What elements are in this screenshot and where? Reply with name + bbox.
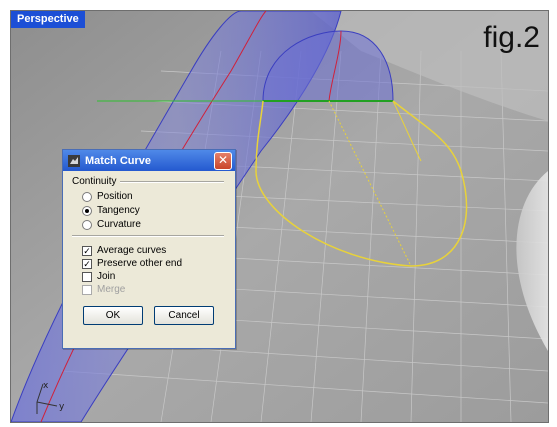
checkbox-merge: Merge <box>82 284 125 295</box>
match-curve-dialog[interactable]: Match Curve ✕ Continuity Position Tangen… <box>62 149 236 349</box>
radio-curvature-indicator[interactable] <box>82 219 92 230</box>
cancel-button[interactable]: Cancel <box>154 306 214 325</box>
radio-position[interactable]: Position <box>82 191 133 202</box>
checkbox-merge-label: Merge <box>97 284 126 295</box>
checkbox-merge-box <box>82 284 92 295</box>
radio-position-label: Position <box>97 191 133 202</box>
ok-button[interactable]: OK <box>83 306 143 325</box>
viewport-title[interactable]: Perspective <box>11 11 85 28</box>
checkbox-average-curves[interactable]: ✓ Average curves <box>82 245 166 256</box>
axis-x-label: x <box>43 381 49 391</box>
checkbox-preserve-other-end-label: Preserve other end <box>97 258 183 269</box>
axis-icon: x y <box>33 376 69 420</box>
figure-label: fig.2 <box>483 21 540 54</box>
checkbox-average-curves-label: Average curves <box>97 245 167 256</box>
rhino-icon <box>68 154 80 167</box>
radio-position-indicator[interactable] <box>82 191 92 202</box>
perspective-viewport[interactable]: Perspective fig.2 x y Match Curve ✕ Cont… <box>10 10 549 423</box>
options-separator <box>72 235 224 237</box>
checkbox-join-label: Join <box>97 271 116 282</box>
radio-tangency[interactable]: Tangency <box>82 205 140 216</box>
continuity-label: Continuity <box>72 176 117 187</box>
continuity-group: Continuity <box>72 176 224 187</box>
radio-tangency-label: Tangency <box>97 205 140 216</box>
checkbox-join-box[interactable] <box>82 271 92 282</box>
checkbox-preserve-other-end[interactable]: ✓ Preserve other end <box>82 258 182 269</box>
dialog-title: Match Curve <box>85 154 152 167</box>
radio-curvature-label: Curvature <box>97 219 141 230</box>
radio-curvature[interactable]: Curvature <box>82 219 141 230</box>
axis-y-label: y <box>59 402 65 412</box>
dialog-titlebar[interactable]: Match Curve ✕ <box>63 150 235 171</box>
screenshot-frame: Perspective fig.2 x y Match Curve ✕ Cont… <box>0 0 557 427</box>
checkbox-join[interactable]: Join <box>82 271 115 282</box>
close-icon[interactable]: ✕ <box>214 152 232 170</box>
checkbox-preserve-other-end-box[interactable]: ✓ <box>82 258 92 269</box>
radio-tangency-indicator[interactable] <box>82 205 92 216</box>
continuity-rule <box>120 180 224 183</box>
checkbox-average-curves-box[interactable]: ✓ <box>82 245 92 256</box>
